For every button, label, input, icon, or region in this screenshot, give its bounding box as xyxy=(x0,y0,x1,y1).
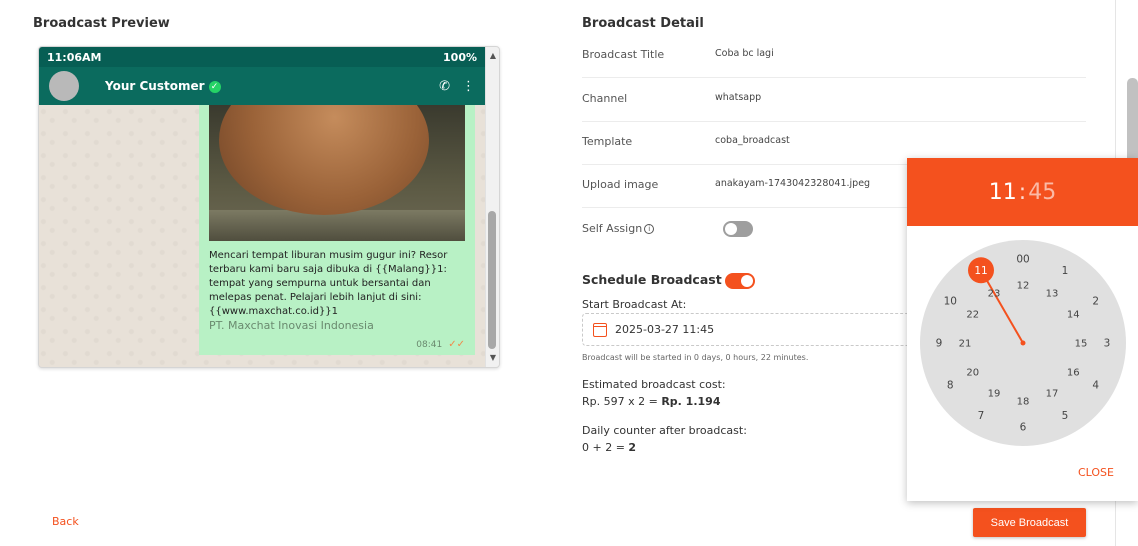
time-picker-minute[interactable]: 45 xyxy=(1028,180,1056,205)
scroll-up-icon[interactable]: ▲ xyxy=(490,51,496,60)
phone-preview: 11:06AM 100% Your Customer ✓ ✆ ⋮ Mencari … xyxy=(38,46,500,368)
detail-value: coba_broadcast xyxy=(715,135,790,146)
clock-hour-15[interactable]: 15 xyxy=(1075,339,1088,350)
clock-hour-8[interactable]: 8 xyxy=(947,380,954,392)
info-icon: i xyxy=(644,224,655,234)
clock-hour-9[interactable]: 9 xyxy=(936,338,943,350)
clock-hour-7[interactable]: 7 xyxy=(978,410,985,422)
clock-hour-11[interactable]: 11 xyxy=(974,265,987,277)
message-text: Mencari tempat liburan musim gugur ini? … xyxy=(209,250,448,317)
close-button[interactable]: CLOSE xyxy=(1078,466,1114,479)
clock-hour-6[interactable]: 6 xyxy=(1020,422,1027,434)
clock-hour-12[interactable]: 12 xyxy=(1017,281,1030,292)
preview-scrollbar[interactable]: ▲ ▼ xyxy=(485,47,499,367)
detail-title: Broadcast Detail xyxy=(582,16,704,31)
detail-row-channel: Channel whatsapp xyxy=(582,78,1086,122)
clock-hour-13[interactable]: 13 xyxy=(1046,288,1059,299)
start-hint: Broadcast will be started in 0 days, 0 h… xyxy=(582,353,809,362)
avatar xyxy=(49,71,79,101)
clock-hour-4[interactable]: 4 xyxy=(1092,380,1099,392)
calendar-icon xyxy=(593,322,607,337)
schedule-broadcast-label: Schedule Broadcast xyxy=(582,272,722,287)
time-picker-hour[interactable]: 11 xyxy=(989,180,1017,205)
clock-hour-21[interactable]: 21 xyxy=(959,339,972,350)
message-time: 08:41 ✓✓ xyxy=(416,339,465,350)
clock-hour-10[interactable]: 10 xyxy=(944,296,957,308)
status-time: 11:06AM xyxy=(47,50,102,64)
cost-value: Rp. 597 x 2 = Rp. 1.194 xyxy=(582,395,721,408)
self-assign-label: Self Assign i xyxy=(582,222,655,235)
clock-hour-20[interactable]: 20 xyxy=(966,368,979,379)
phone-call-icon: ✆ xyxy=(439,78,450,94)
start-datetime-value: 2025-03-27 11:45 xyxy=(615,323,715,336)
start-datetime-input[interactable]: 2025-03-27 11:45 xyxy=(582,313,922,346)
detail-value: Coba bc lagi xyxy=(715,48,774,59)
clock-hour-17[interactable]: 17 xyxy=(1046,389,1059,400)
clock-hour-22[interactable]: 22 xyxy=(966,310,979,321)
time-picker-header: 11:45 xyxy=(907,158,1138,226)
detail-value: whatsapp xyxy=(715,92,762,103)
self-assign-toggle[interactable] xyxy=(723,221,753,237)
detail-label: Upload image xyxy=(582,178,659,191)
page: Broadcast Preview 11:06AM 100% Your Cust… xyxy=(0,0,1138,546)
preview-title: Broadcast Preview xyxy=(33,16,170,31)
scroll-down-icon[interactable]: ▼ xyxy=(490,353,496,362)
message-image xyxy=(209,105,465,241)
clock-hour-3[interactable]: 3 xyxy=(1104,338,1111,350)
time-picker: 11:45 00 1 2 3 4 5 6 7 8 9 10 11 12 13 14 15 16 17 18 19 20 2… xyxy=(907,158,1138,501)
double-check-icon: ✓✓ xyxy=(448,339,465,350)
clock-hour-23[interactable]: 23 xyxy=(988,288,1001,299)
detail-row-title: Broadcast Title Coba bc lagi xyxy=(582,34,1086,78)
schedule-broadcast-toggle[interactable] xyxy=(725,273,755,289)
message-footer: PT. Maxchat Inovasi Indonesia xyxy=(209,319,374,332)
clock-hour-5[interactable]: 5 xyxy=(1062,410,1069,422)
scrollbar-thumb[interactable] xyxy=(488,211,496,349)
start-broadcast-label: Start Broadcast At: xyxy=(582,298,687,311)
clock-hour-2[interactable]: 2 xyxy=(1092,296,1099,308)
detail-label: Broadcast Title xyxy=(582,48,665,61)
daily-counter-value: 0 + 2 = 2 xyxy=(582,441,637,454)
clock-hour-1[interactable]: 1 xyxy=(1062,265,1069,277)
chat-header: Your Customer ✓ ✆ ⋮ xyxy=(39,67,485,105)
back-button[interactable]: Back xyxy=(52,515,79,528)
battery-level: 100% xyxy=(443,50,477,64)
clock-hour-14[interactable]: 14 xyxy=(1067,310,1080,321)
more-vertical-icon: ⋮ xyxy=(462,78,475,94)
clock-hour-18[interactable]: 18 xyxy=(1017,397,1030,408)
clock-hour-19[interactable]: 19 xyxy=(988,389,1001,400)
detail-label: Channel xyxy=(582,92,628,105)
clock-hour-00[interactable]: 00 xyxy=(1016,254,1029,266)
cost-label: Estimated broadcast cost: xyxy=(582,378,726,391)
verified-icon: ✓ xyxy=(208,80,221,93)
message-bubble: Mencari tempat liburan musim gugur ini? … xyxy=(199,105,475,355)
daily-counter-label: Daily counter after broadcast: xyxy=(582,424,747,437)
phone-status-bar: 11:06AM 100% xyxy=(39,47,485,67)
contact-name: Your Customer ✓ xyxy=(105,79,221,93)
detail-value: anakayam-1743042328041.jpeg xyxy=(715,178,871,189)
clock-center xyxy=(1020,340,1026,346)
clock-face[interactable]: 001234567891011121314151617181920212223 xyxy=(920,240,1126,446)
clock-hour-16[interactable]: 16 xyxy=(1067,368,1080,379)
detail-label: Template xyxy=(582,135,633,148)
save-broadcast-button[interactable]: Save Broadcast xyxy=(973,508,1086,537)
